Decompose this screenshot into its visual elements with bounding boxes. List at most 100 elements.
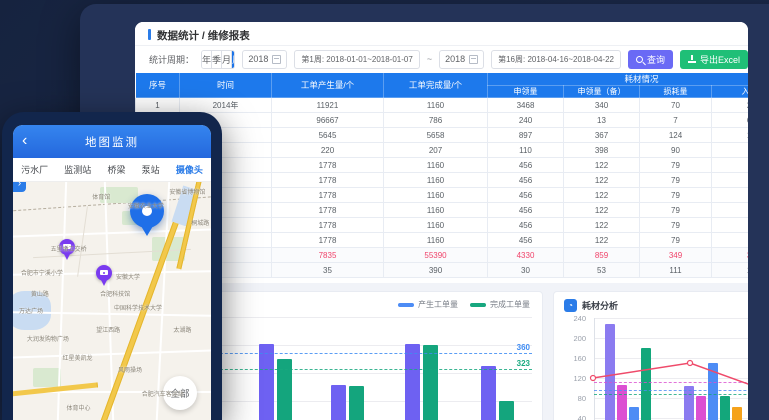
phone-page-title: 地图监测 — [13, 134, 211, 150]
chart-gridline — [594, 378, 748, 379]
phone-tab[interactable]: 监测站 — [64, 163, 91, 176]
map-label: 中国科学技术大学 — [114, 303, 162, 312]
group-header: 耗材情况 — [488, 73, 749, 86]
summary-cell: 55390 — [384, 248, 488, 263]
start-week-input[interactable]: 第1周: 2018-01-01~2018-01-07 — [294, 50, 419, 69]
y-axis-tick: 200 — [560, 334, 586, 343]
map-label: 五里墩立交桥 — [51, 244, 87, 253]
reference-line — [594, 382, 748, 383]
end-year-value: 2018 — [445, 54, 465, 64]
search-icon — [636, 56, 643, 63]
table-cell: 67 — [712, 188, 749, 203]
map-label: 万达广场 — [19, 306, 43, 315]
table-row[interactable]: 8177811604561227967 — [136, 203, 749, 218]
table-cell: 1 — [136, 98, 180, 113]
table-cell: 79 — [640, 173, 712, 188]
map-label: 黄山路 — [31, 289, 49, 298]
sub-column-header: 入库量 — [712, 86, 749, 98]
phone-tab[interactable]: 污水厂 — [21, 163, 48, 176]
reference-line — [594, 394, 748, 395]
legend-item[interactable]: 产生工单量 — [398, 299, 458, 310]
table-row[interactable]: 296667786240137690 — [136, 113, 749, 128]
selected-location-marker[interactable] — [130, 194, 164, 228]
table-row[interactable]: 356455658897367124129 — [136, 128, 749, 143]
bar-series-magenta — [696, 396, 706, 420]
phone-tab[interactable]: 摄像头 — [176, 163, 203, 176]
table-cell: 110 — [488, 143, 564, 158]
period-option[interactable]: 周 — [232, 51, 235, 68]
legend-item[interactable]: 完成工单量 — [470, 299, 530, 310]
table-row[interactable]: 7177811604561227967 — [136, 188, 749, 203]
end-week-input[interactable]: 第16周: 2018-04-16~2018-04-22 — [491, 50, 621, 69]
phone-tab[interactable]: 桥梁 — [107, 163, 125, 176]
reference-line-label: 360 — [517, 343, 530, 352]
table-cell: 690 — [712, 113, 749, 128]
bar-产生工单量 — [331, 385, 346, 420]
table-cell: 1160 — [384, 173, 488, 188]
map-label: 大润发购物广场 — [27, 334, 69, 343]
start-year-select[interactable]: 2018 — [242, 50, 287, 69]
calendar-icon — [469, 55, 478, 64]
table-cell: 1160 — [384, 98, 488, 113]
calendar-icon — [272, 55, 281, 64]
map-view[interactable]: › 全部 体育馆安徽农业大学安徽省博物馆桐城路五里墩立交桥合肥市宁溪小学安徽大学… — [13, 182, 211, 420]
period-option[interactable]: 季 — [212, 51, 222, 68]
bar-series-blue — [708, 363, 718, 420]
bar-产生工单量 — [405, 344, 420, 420]
legend-swatch — [470, 303, 486, 307]
table-cell: 5658 — [384, 128, 488, 143]
period-option[interactable]: 月 — [222, 51, 232, 68]
chart-gridline — [170, 373, 532, 374]
table-cell: 1778 — [272, 203, 384, 218]
summary-cell: 390 — [384, 263, 488, 278]
table-cell: 67 — [712, 203, 749, 218]
range-separator: ~ — [427, 54, 432, 64]
table-cell: 3468 — [488, 98, 564, 113]
chart-title-text: 耗材分析 — [582, 299, 618, 312]
table-cell: 1160 — [384, 203, 488, 218]
table-row[interactable]: 6177811604561227967 — [136, 173, 749, 188]
table-cell: 122 — [564, 203, 640, 218]
query-button-label: 查询 — [647, 53, 665, 66]
table-cell: 122 — [564, 188, 640, 203]
table-row[interactable]: 5177811604561227967 — [136, 158, 749, 173]
map-label: 安徽农业大学 — [128, 201, 164, 210]
table-cell: 67 — [712, 173, 749, 188]
table-row[interactable]: 9177811604561227967 — [136, 218, 749, 233]
bar-series-blue — [629, 407, 639, 420]
legend-label: 产生工单量 — [418, 299, 458, 310]
summary-cell: 53 — [564, 263, 640, 278]
table-cell: 456 — [488, 158, 564, 173]
period-option[interactable]: 年 — [202, 51, 212, 68]
export-excel-button[interactable]: 导出Excel — [680, 50, 748, 69]
map-street — [56, 182, 67, 420]
bar-series-purple — [605, 324, 615, 420]
table-row[interactable]: 10177811604561227967 — [136, 233, 749, 248]
table-cell: 79 — [640, 233, 712, 248]
panel-expand-button[interactable]: › — [13, 182, 26, 192]
y-axis-tick: 40 — [560, 414, 586, 420]
start-year-value: 2018 — [248, 54, 268, 64]
summary-cell: 330 — [712, 248, 749, 263]
camera-marker[interactable] — [96, 265, 112, 281]
table-cell: 1160 — [384, 218, 488, 233]
reference-line — [170, 369, 532, 370]
end-year-select[interactable]: 2018 — [439, 50, 484, 69]
map-label: 安徽大学 — [116, 272, 140, 281]
table-row[interactable]: 12014年119211160346834070250 — [136, 98, 749, 113]
chart-gridline — [170, 345, 532, 346]
consumables-chart-card: ◔耗材分析2402001601208040 — [553, 291, 748, 420]
query-button[interactable]: 查询 — [628, 50, 673, 69]
table-cell: 1778 — [272, 158, 384, 173]
table-cell: 250 — [712, 98, 749, 113]
table-cell: 96667 — [272, 113, 384, 128]
table-cell: 13 — [564, 113, 640, 128]
table-cell: 19 — [712, 143, 749, 158]
column-header: 时间 — [180, 73, 272, 98]
table-cell: 340 — [564, 98, 640, 113]
table-row[interactable]: 42202071103989019 — [136, 143, 749, 158]
breadcrumb-accent — [148, 29, 151, 40]
table-cell: 456 — [488, 173, 564, 188]
phone-tab[interactable]: 泵站 — [142, 163, 160, 176]
bar-series-green — [641, 348, 651, 420]
